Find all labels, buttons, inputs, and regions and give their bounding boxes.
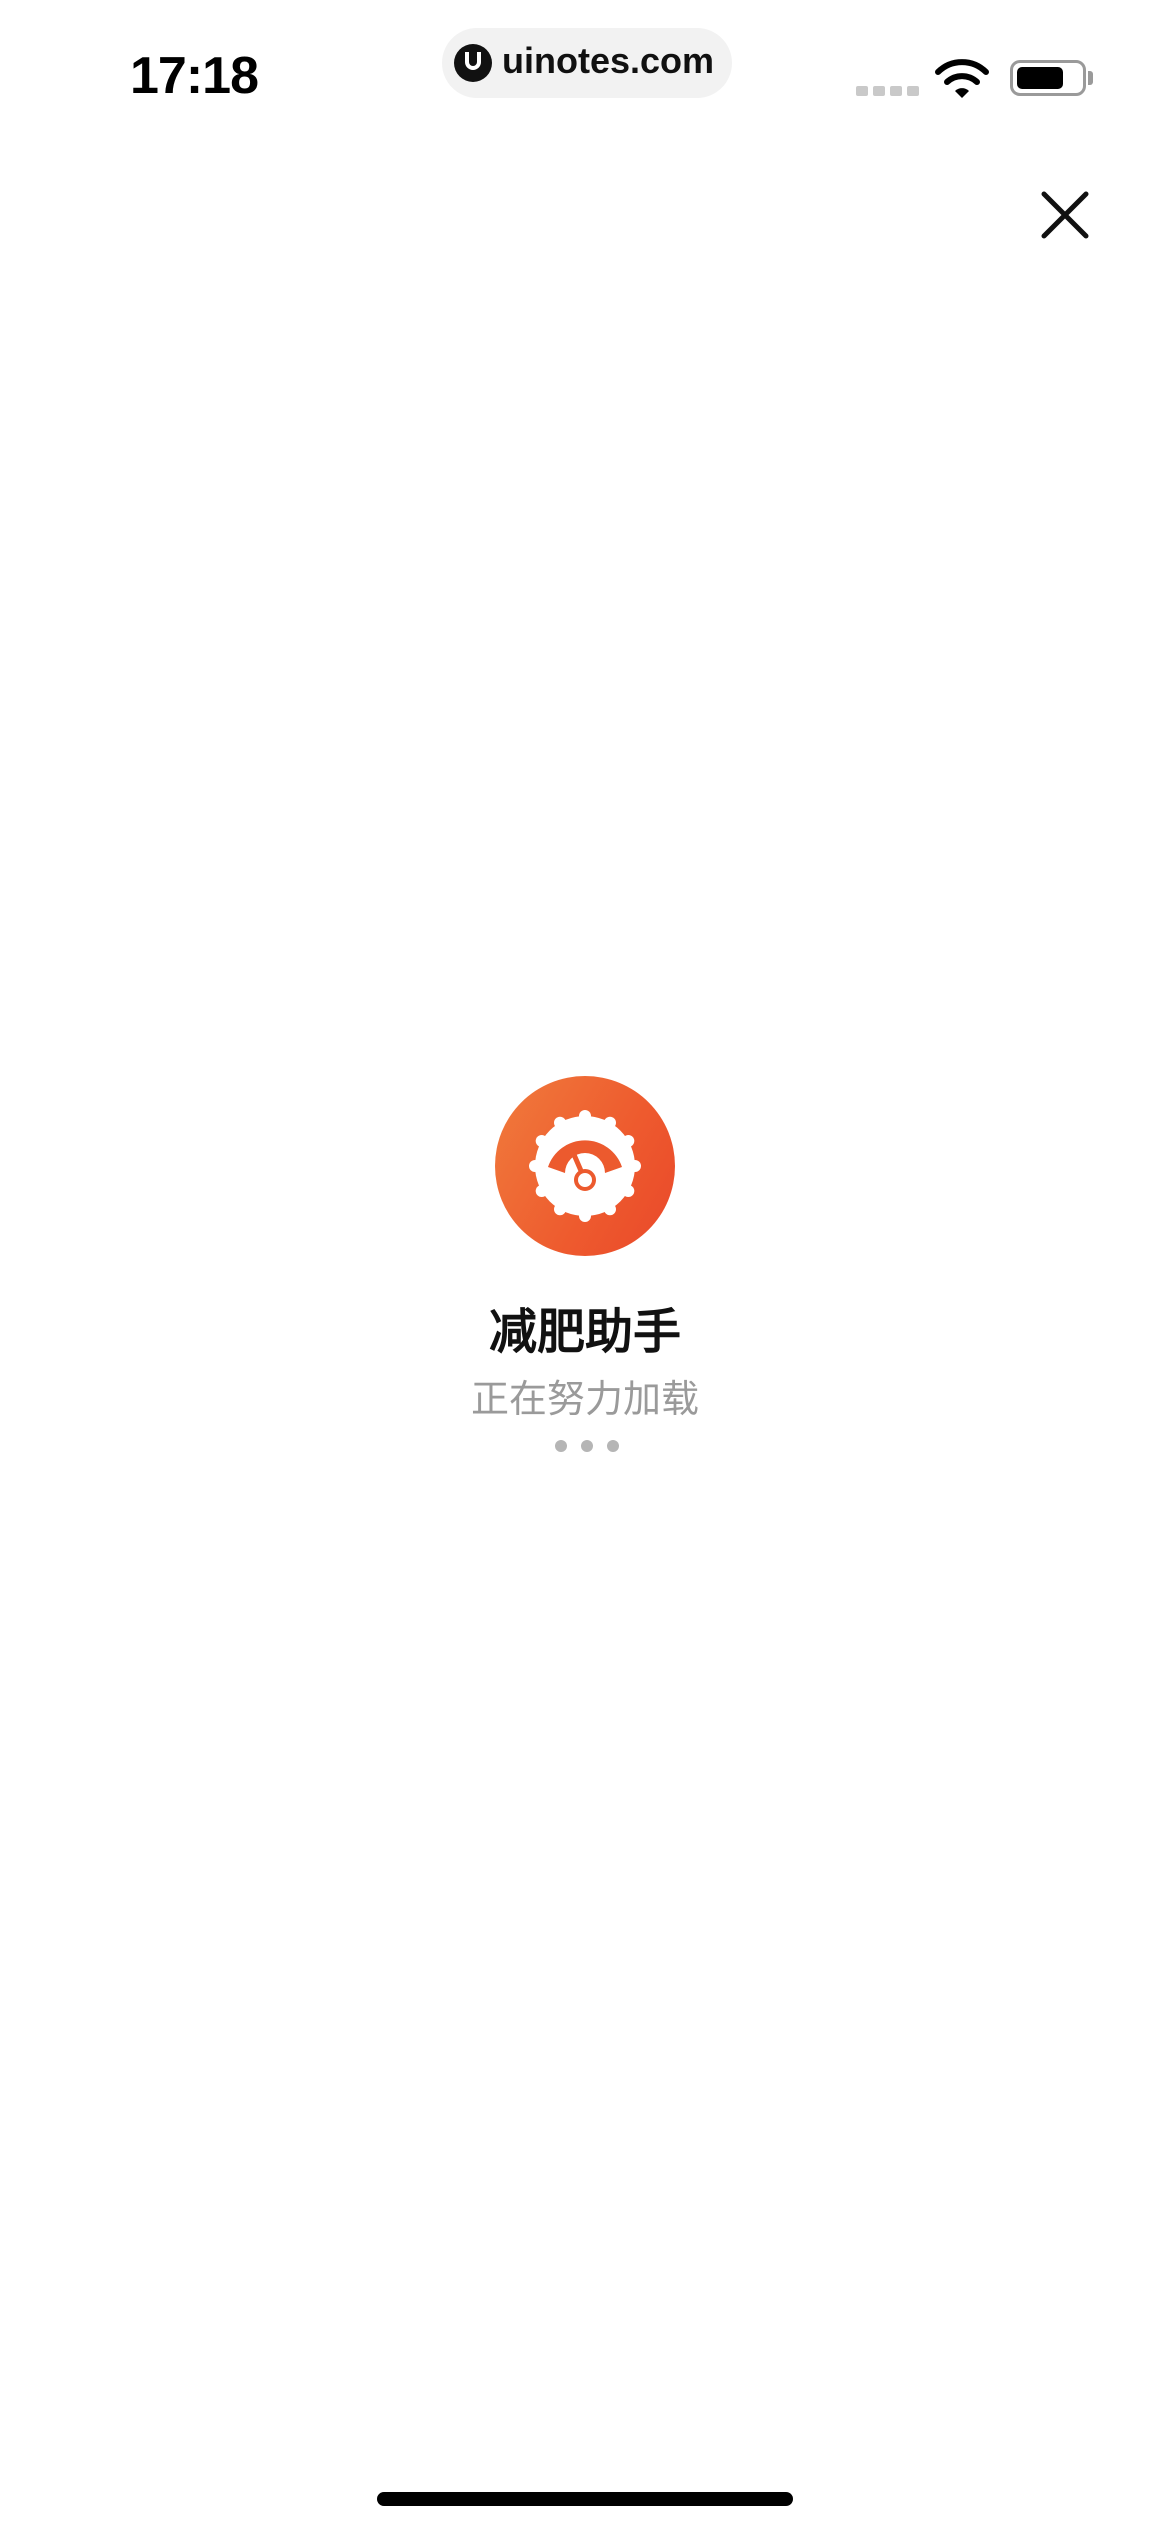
wifi-icon	[935, 59, 989, 98]
url-text: uinotes.com	[502, 40, 715, 81]
uinotes-logo-icon	[454, 44, 492, 82]
status-time: 17:18	[130, 47, 259, 105]
cellular-signal-icon	[856, 86, 919, 96]
url-pill[interactable]: uinotes.com	[442, 28, 732, 98]
battery-icon	[1010, 60, 1086, 96]
loading-dots-icon	[555, 1440, 619, 1454]
battery-level	[1017, 67, 1063, 89]
close-icon[interactable]	[1030, 180, 1100, 250]
app-logo	[495, 1076, 675, 1256]
battery-cap	[1088, 71, 1093, 85]
home-indicator[interactable]	[377, 2492, 793, 2506]
loading-status-text: 正在努力加载	[470, 1377, 699, 1421]
app-name: 减肥助手	[488, 1304, 681, 1360]
speedometer-icon	[529, 1110, 641, 1222]
status-bar: 17:18 uinotes.com	[0, 0, 1170, 150]
